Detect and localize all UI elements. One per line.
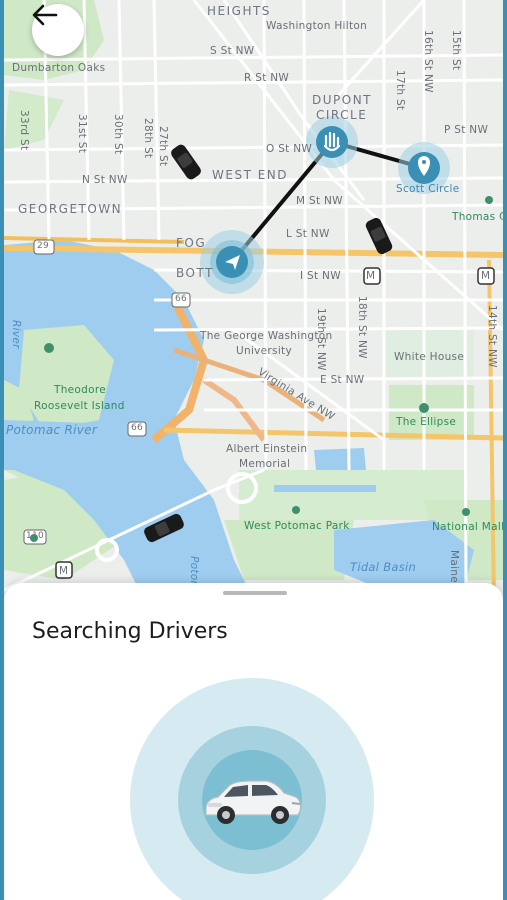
map-label-n-st: N St NW	[82, 174, 128, 186]
map-label-gw: The George Washington	[200, 330, 333, 342]
map-label-p-st: P St NW	[444, 124, 489, 136]
arrow-left-icon	[32, 4, 58, 26]
map-label-27th-st: 27th St	[157, 126, 169, 167]
map-label-bottom: BOTT	[176, 266, 214, 280]
map-label-30th-st: 30th St	[112, 114, 124, 155]
map-label-maine: Maine	[448, 550, 460, 584]
map-label-17th-st: 17th St	[394, 70, 406, 111]
map-label-i-st: I St NW	[300, 270, 341, 282]
app-frame: HEIGHTS Washington Hilton Dumbarton Oaks…	[0, 0, 507, 900]
map-label-thomas-c: Thomas C	[452, 211, 507, 223]
map-label-33rd-st: 33rd St	[18, 110, 30, 151]
map-label-s-st: S St NW	[210, 45, 255, 57]
map-label-31st-st: 31st St	[76, 114, 88, 154]
map-label-foggy: FOG	[176, 236, 207, 250]
map-label-l-st: L St NW	[286, 228, 330, 240]
car-icon	[205, 780, 302, 824]
map-label-national-mall: National Mall	[432, 521, 505, 533]
back-button[interactable]	[32, 4, 84, 56]
map-label-15th-st: 15th St	[450, 30, 462, 71]
map-label-west-end: WEST END	[212, 168, 289, 182]
map-label-m-st: M St NW	[296, 195, 343, 207]
map-label-14th-st: 14th St NW	[486, 305, 498, 368]
map-label-university: University	[236, 345, 292, 357]
route-29-label: 29	[37, 241, 50, 251]
map-label-dumbarton-oaks: Dumbarton Oaks	[12, 62, 106, 74]
sheet-drag-handle[interactable]	[223, 591, 287, 595]
map-label-white-house: White House	[394, 351, 465, 363]
map-label-19th-st: 19th St NW	[315, 308, 327, 371]
map-label-washington-hilton: Washington Hilton	[266, 20, 368, 32]
route-66-label: 66	[175, 294, 188, 304]
map-label-r-st: R St NW	[244, 72, 290, 84]
route-110-label: 110	[26, 531, 45, 541]
map-label-einstein: Albert Einstein	[226, 443, 308, 455]
route-66b-label: 66	[131, 423, 144, 433]
map-label-dupont: DUPONT	[312, 93, 373, 107]
map-label-west-potomac-park: West Potomac Park	[244, 520, 350, 532]
map-label-potomac-river: Potomac River	[6, 423, 98, 437]
map-label-e-st: E St NW	[320, 374, 365, 386]
map-label-memorial: Memorial	[239, 458, 291, 470]
map-label-heights: HEIGHTS	[207, 4, 271, 18]
metro-marker-3: M	[59, 565, 69, 577]
map-label-georgetown: GEORGETOWN	[18, 202, 123, 216]
metro-marker-1: M	[366, 270, 376, 282]
map-view[interactable]: HEIGHTS Washington Hilton Dumbarton Oaks…	[4, 0, 505, 604]
map-label-tidal-basin: Tidal Basin	[350, 560, 417, 574]
map-label-theodore: Theodore	[54, 384, 106, 396]
map-label-o-st: O St NW	[266, 143, 313, 155]
map-label-28th-st: 28th St	[142, 118, 154, 159]
map-label-the-ellipse: The Ellipse	[396, 416, 457, 428]
map-label-circle: CIRCLE	[316, 108, 368, 122]
map-label-roosevelt-island: Roosevelt Island	[34, 400, 125, 412]
map-label-18th-st: 18th St NW	[356, 296, 368, 359]
bottom-sheet[interactable]: Searching Drivers	[4, 583, 503, 900]
metro-marker-2: M	[481, 270, 491, 282]
map-label-16th-st: 16th St NW	[422, 30, 434, 93]
map-label-river-vert: River	[10, 320, 22, 349]
sheet-title: Searching Drivers	[32, 619, 228, 644]
map-label-scott-circle: Scott Circle	[396, 183, 460, 195]
